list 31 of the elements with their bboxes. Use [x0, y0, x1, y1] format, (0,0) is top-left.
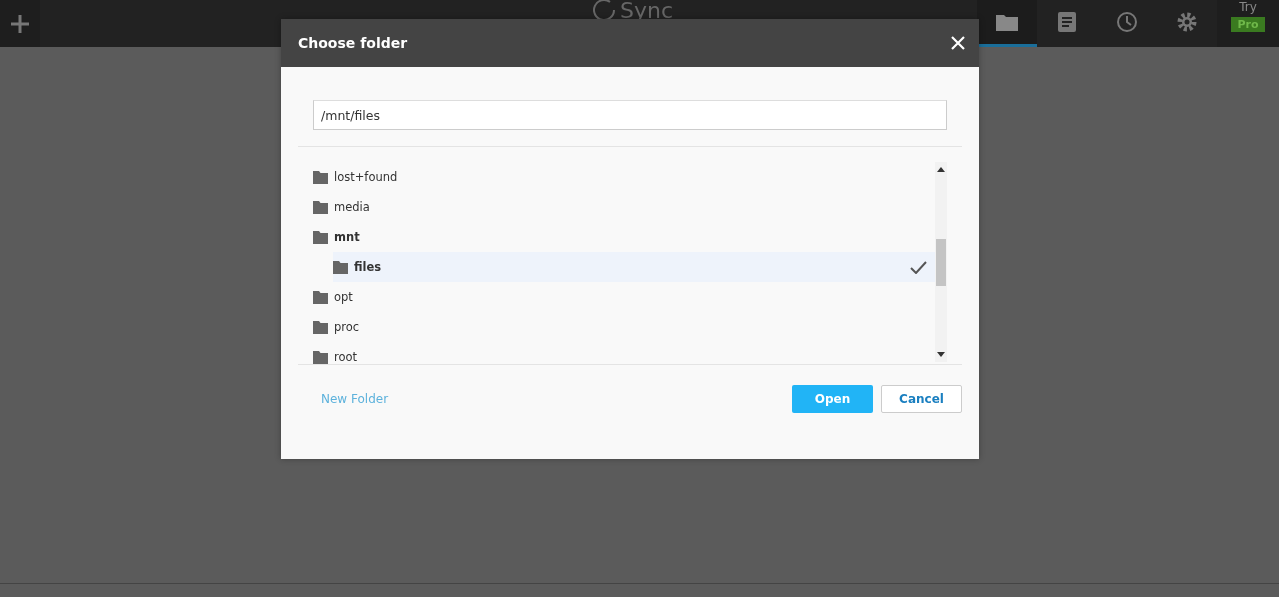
- clock-icon: [1116, 11, 1138, 33]
- folder-icon: [333, 260, 348, 274]
- path-field[interactable]: /mnt/files: [313, 100, 947, 130]
- close-icon[interactable]: [951, 36, 965, 50]
- folder-icon: [313, 290, 328, 304]
- folder-icon: [313, 230, 328, 244]
- scroll-up-icon[interactable]: [937, 167, 945, 172]
- folder-row[interactable]: files: [333, 252, 935, 282]
- folder-row[interactable]: proc: [313, 312, 935, 342]
- add-icon[interactable]: [0, 0, 40, 47]
- folder-icon: [313, 350, 328, 364]
- app-logo-text: Sync: [620, 0, 674, 23]
- cancel-button[interactable]: Cancel: [881, 385, 962, 413]
- folder-row[interactable]: media: [313, 192, 935, 222]
- folder-row[interactable]: mnt: [313, 222, 935, 252]
- document-icon: [1058, 12, 1076, 32]
- folder-icon: [996, 13, 1018, 31]
- folder-icon: [313, 200, 328, 214]
- folder-row[interactable]: root: [313, 342, 935, 372]
- folder-icon: [313, 170, 328, 184]
- folder-icon: [313, 320, 328, 334]
- checkmark-icon: [910, 260, 927, 274]
- folder-row[interactable]: opt: [313, 282, 935, 312]
- scroll-down-icon[interactable]: [937, 352, 945, 357]
- folder-row[interactable]: lost+found: [313, 162, 935, 192]
- settings-icon: [1176, 11, 1198, 33]
- dialog-title: Choose folder: [298, 35, 408, 51]
- try-label: Try: [1239, 0, 1257, 14]
- folder-tab[interactable]: [977, 0, 1037, 47]
- scroll-thumb[interactable]: [936, 239, 946, 286]
- scrollbar[interactable]: [935, 162, 947, 362]
